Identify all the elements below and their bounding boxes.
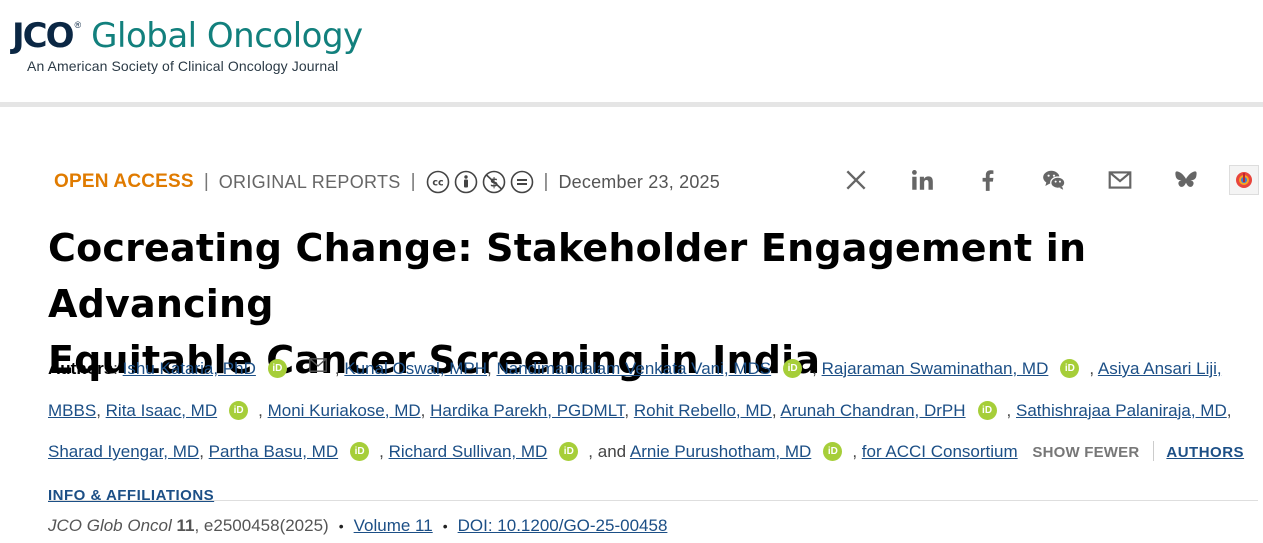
orcid-icon[interactable]: iD [823,442,843,461]
orcid-icon[interactable]: iD [350,442,370,461]
share-email-button[interactable] [1105,165,1135,195]
share-facebook-button[interactable] [973,165,1003,195]
divider [1153,441,1155,461]
share-wechat-button[interactable] [1039,165,1069,195]
volume-link[interactable]: Volume 11 [354,516,433,535]
authors-divider [48,500,1258,501]
publication-date: December 23, 2025 [558,171,720,192]
facebook-icon [982,170,994,191]
share-linkedin-button[interactable] [907,165,937,195]
cc-icon: cc [426,170,449,194]
doi-link[interactable]: DOI: 10.1200/GO-25-00458 [458,516,668,535]
author-link[interactable]: Rohit Rebello, MD [634,401,772,420]
share-toolbar [841,165,1259,195]
logo-jco: JCO [12,16,74,56]
email-icon [1108,171,1132,189]
altmetric-badge[interactable] [1229,165,1259,195]
meta-separator: | [410,171,416,192]
author-link[interactable]: Hardika Parekh, PGDMLT [430,401,624,420]
article-meta: OPEN ACCESS | ORIGINAL REPORTS | cc $ | … [54,168,720,196]
by-icon [454,170,477,194]
consortium-link[interactable]: for ACCI Consortium [862,442,1018,461]
header-divider [0,102,1263,107]
author-list: Authors: Ishu Kataria, PhD iD, Kunal Oswa… [48,358,1245,504]
article-id: , e2500458(2025) [194,516,329,535]
author-link[interactable]: Moni Kuriakose, MD [268,401,421,420]
orcid-icon[interactable]: iD [559,442,579,461]
bluesky-icon [1175,171,1197,187]
author-and-text: , and [588,442,627,461]
journal-abbrev: JCO Glob Oncol [48,516,172,535]
logo-title: Global Oncology [91,16,363,56]
author-link[interactable]: Sharad Iyengar, MD [48,442,199,461]
author-link[interactable]: Arnie Purushotham, MD [630,442,811,461]
author-link[interactable]: Rita Isaac, MD [106,401,217,420]
author-link[interactable]: Richard Sullivan, MD [389,442,548,461]
license-icons[interactable]: cc $ [426,170,534,194]
author-link[interactable]: Ishu Kataria, PhD [123,359,256,378]
meta-separator: | [543,171,549,192]
logo-registered: ® [74,20,82,30]
nd-icon [510,170,533,194]
orcid-icon[interactable]: iD [977,400,997,420]
author-link[interactable]: Nandimandalam Venkata Vani, MDS [496,359,771,378]
altmetric-icon [1236,172,1252,188]
email-icon[interactable] [308,358,327,372]
bullet: • [442,518,448,534]
nc-icon: $ [482,170,505,194]
linkedin-icon [912,170,933,190]
citation-line: JCO Glob Oncol 11, e2500458(2025) • Volume… [48,516,667,536]
orcid-icon[interactable]: iD [1060,359,1080,378]
logo-subtitle: An American Society of Clinical Oncology… [27,58,339,74]
wechat-icon [1043,170,1066,190]
orcid-icon[interactable]: iD [229,400,249,420]
article-type[interactable]: ORIGINAL REPORTS [219,172,401,193]
journal-logo[interactable]: JCO ® Global Oncology An American Societ… [12,14,363,74]
authors-label: Authors [48,359,114,378]
orcid-icon[interactable]: iD [267,359,287,378]
meta-separator: | [203,171,209,192]
author-link[interactable]: Kunal Oswal, MPH [344,359,487,378]
volume-number: 11 [176,516,195,535]
svg-text:cc: cc [432,178,443,189]
author-link[interactable]: Sathishrajaa Palaniraja, MD [1016,401,1227,420]
author-link[interactable]: Rajaraman Swaminathan, MD [822,359,1049,378]
author-link[interactable]: Partha Basu, MD [209,442,338,461]
article-title-line-1: Cocreating Change: Stakeholder Engagemen… [48,226,1087,326]
show-fewer-button[interactable]: SHOW FEWER [1032,444,1139,461]
x-icon [846,170,866,190]
share-x-button[interactable] [841,165,871,195]
bullet: • [338,518,344,534]
authors-colon: : [113,359,118,378]
orcid-icon[interactable]: iD [783,359,803,378]
open-access-badge: OPEN ACCESS [54,171,194,192]
share-bluesky-button[interactable] [1171,165,1201,195]
author-link[interactable]: Arunah Chandran, DrPH [780,401,965,420]
